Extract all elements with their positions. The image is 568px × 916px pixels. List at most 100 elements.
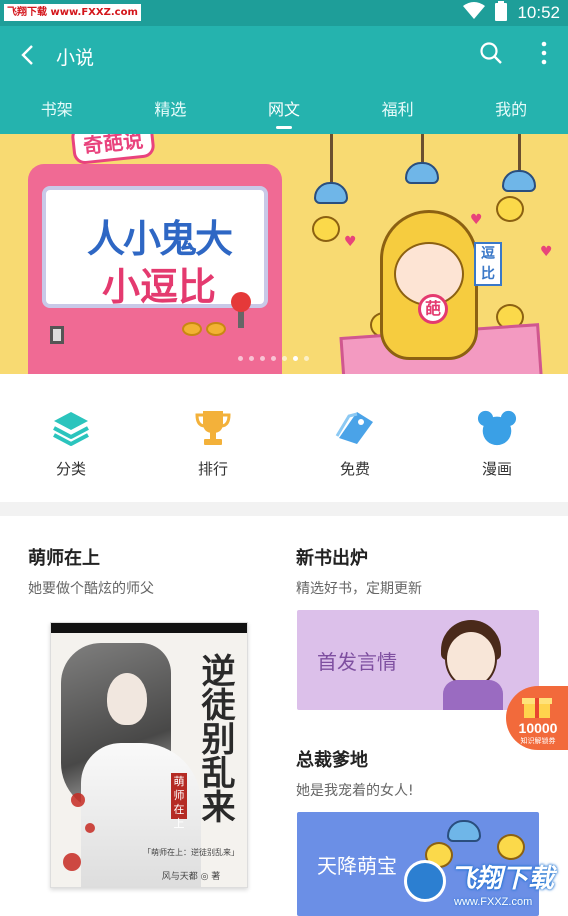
banner-brand-logo: 奇葩说 — [70, 134, 156, 166]
more-vert-icon — [541, 41, 547, 69]
shortcut-label: 漫画 — [481, 460, 512, 478]
section-subtitle: 精选好书，定期更新 — [296, 581, 422, 597]
cover-petal — [63, 853, 81, 871]
coin-slot — [50, 326, 64, 344]
tab-web-novels[interactable]: 网文 — [227, 96, 341, 134]
section-subtitle: 她是我宠着的女人! — [296, 783, 414, 799]
tab-bar: 书架 精选 网文 福利 我的 — [0, 96, 568, 134]
claw-decoration — [447, 820, 481, 842]
pagination-dot[interactable] — [282, 356, 287, 361]
chick-decoration — [496, 196, 524, 222]
cover-author: 风与天都 ◎ 著 — [161, 872, 221, 882]
character-badge: 葩 — [418, 294, 448, 324]
shortcut-ranking[interactable]: 排行 — [142, 374, 284, 502]
pagination-dot-active[interactable] — [293, 356, 298, 361]
girl-body-art — [443, 680, 503, 710]
more-button[interactable] — [534, 40, 554, 70]
watermark-url: www.FXXZ.com — [454, 896, 533, 908]
heart-decoration: ♥ — [470, 212, 483, 228]
status-time: 10:52 — [517, 3, 560, 22]
shortcut-label: 排行 — [197, 460, 228, 478]
pagination-dot[interactable] — [238, 356, 243, 361]
tab-bookshelf[interactable]: 书架 — [0, 96, 114, 134]
heart-decoration: ♥ — [344, 234, 357, 250]
heart-decoration: ♥ — [540, 244, 553, 260]
tab-label: 书架 — [40, 100, 73, 119]
cover-petal — [85, 823, 95, 833]
claw-decoration — [405, 162, 439, 184]
tab-featured[interactable]: 精选 — [114, 96, 228, 134]
pagination-dot[interactable] — [271, 356, 276, 361]
back-arrow-icon — [20, 44, 34, 70]
watermark-tag: 飞翔下载 www.FXXZ.com — [4, 4, 141, 21]
shortcut-category[interactable]: 分类 — [0, 374, 142, 502]
search-icon — [479, 41, 503, 69]
arcade-machine-illustration: 人小鬼大 小逗比 — [28, 164, 282, 374]
banner-pagination — [238, 356, 309, 361]
section-title: 新书出炉 — [296, 548, 368, 569]
tab-label: 福利 — [381, 100, 414, 119]
rope-decoration — [330, 134, 333, 186]
page-title: 小说 — [56, 47, 95, 69]
tab-indicator — [275, 126, 292, 129]
banner-headline: 人小鬼大 — [86, 216, 233, 261]
section-title: 萌师在上 — [28, 548, 100, 569]
shortcut-row: 分类 排行 免费 漫画 — [0, 374, 568, 502]
wifi-icon — [463, 2, 486, 24]
status-bar: 飞翔下载 www.FXXZ.com 10:52 — [0, 0, 568, 26]
pagination-dot[interactable] — [304, 356, 309, 361]
coupon-float-button[interactable]: 10000 知识解锁券 — [506, 686, 568, 750]
shortcut-comics[interactable]: 漫画 — [426, 374, 568, 502]
chick-decoration — [312, 216, 340, 242]
tab-mine[interactable]: 我的 — [454, 96, 568, 134]
back-button[interactable] — [12, 42, 42, 72]
shortcut-free[interactable]: 免费 — [284, 374, 426, 502]
right-top-section-header[interactable]: 新书出炉 精选好书，定期更新 — [296, 544, 422, 598]
layers-icon — [51, 408, 91, 448]
coupon-label: 知识解锁券 — [520, 737, 556, 745]
left-section-header[interactable]: 萌师在上 她要做个酷炫的师父 — [28, 544, 154, 598]
card-text: 天降萌宝 — [317, 854, 397, 878]
cover-seal: 萌师在上 — [171, 773, 187, 830]
right-bottom-section-header[interactable]: 总裁爹地 她是我宠着的女人! — [296, 746, 414, 800]
cover-top-band — [51, 623, 247, 633]
new-release-card[interactable]: 首发言情 — [297, 610, 539, 710]
mickey-head-icon — [477, 408, 517, 448]
claw-decoration — [314, 182, 348, 204]
promo-banner[interactable]: 人小鬼大 小逗比 奇葩说 ♥ ♥ ♥ 葩 逗比 — [0, 134, 568, 374]
section-title: 总裁爹地 — [296, 750, 368, 771]
coin-decoration — [182, 322, 202, 336]
arcade-screen: 人小鬼大 小逗比 — [42, 186, 268, 309]
app-bar: 小说 书架 精选 网文 福利 我的 — [0, 26, 568, 134]
coupon-number: 10000 — [518, 720, 558, 736]
search-button[interactable] — [476, 40, 506, 70]
watermark-logo: 飞翔下载 www.FXXZ.com — [400, 846, 568, 916]
claw-decoration — [502, 170, 536, 192]
coin-decoration — [206, 322, 226, 336]
shortcut-label: 免费 — [339, 460, 370, 478]
card-text: 首发言情 — [317, 650, 397, 674]
tab-label: 精选 — [154, 100, 187, 119]
status-icons: 10:52 — [463, 1, 560, 25]
shortcut-label: 分类 — [55, 460, 86, 478]
joystick-ball — [231, 292, 251, 312]
book-cover[interactable]: 逆徒别乱来 萌师在上 「萌师在上：逆徒别乱来」 风与天都 ◎ 著 — [50, 622, 248, 888]
gift-icon — [522, 698, 552, 718]
tab-label: 网文 — [267, 100, 300, 119]
free-tag-icon — [335, 408, 375, 448]
pagination-dot[interactable] — [249, 356, 254, 361]
tab-welfare[interactable]: 福利 — [341, 96, 455, 134]
cover-caption: 「萌师在上：逆徒别乱来」 — [143, 848, 239, 857]
pagination-dot[interactable] — [260, 356, 265, 361]
battery-icon — [495, 1, 508, 25]
rope-decoration — [518, 134, 521, 174]
app-screen: 飞翔下载 www.FXXZ.com 10:52 小说 书架 精选 网文 福利 我… — [0, 0, 568, 916]
watermark-text: 飞翔下载 — [450, 864, 555, 894]
watermark-circle-icon — [404, 860, 446, 902]
cover-petal — [71, 793, 85, 807]
section-subtitle: 她要做个酷炫的师父 — [28, 581, 154, 597]
cover-face-art — [107, 673, 147, 725]
trophy-icon — [193, 408, 233, 448]
banner-sign: 逗比 — [474, 242, 502, 286]
tab-label: 我的 — [495, 100, 528, 119]
